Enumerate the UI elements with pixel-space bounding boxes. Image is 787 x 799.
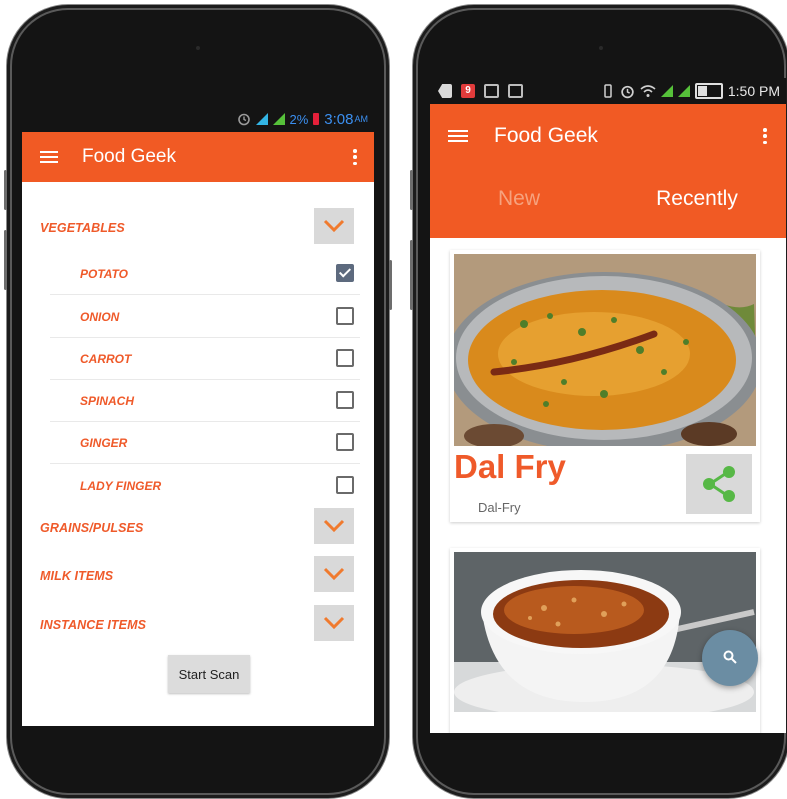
checkbox[interactable] xyxy=(336,264,354,282)
recipe-subtitle: Dal-Fry xyxy=(478,500,521,515)
item-label: ONION xyxy=(80,310,120,324)
item-label: LADY FINGER xyxy=(80,479,162,493)
power-button xyxy=(389,260,392,310)
vibrate-icon xyxy=(604,84,612,98)
search-fab[interactable] xyxy=(702,630,758,686)
share-icon xyxy=(703,466,735,502)
checkbox[interactable] xyxy=(336,433,354,451)
menu-icon[interactable] xyxy=(40,150,58,164)
recipe-title: Dal Fry xyxy=(454,448,566,485)
clock: 1:50 PM xyxy=(727,83,780,99)
start-scan-button[interactable]: Start Scan xyxy=(168,655,250,693)
checkbox[interactable] xyxy=(336,391,354,409)
expand-button[interactable] xyxy=(314,208,354,244)
volume-button xyxy=(4,230,7,290)
menu-icon[interactable] xyxy=(448,129,468,143)
tag-icon xyxy=(438,84,452,98)
chevron-up-icon xyxy=(323,219,345,233)
battery-icon xyxy=(313,113,320,125)
image-icon xyxy=(484,84,499,98)
signal-icon xyxy=(272,113,285,125)
list-item-carrot[interactable]: CARROT xyxy=(50,337,360,380)
clock: 3:08 xyxy=(324,110,354,128)
share-button[interactable] xyxy=(686,454,752,514)
search-icon xyxy=(723,650,737,664)
list-item-lady-finger[interactable]: LADY FINGER xyxy=(50,464,360,506)
screen-left: 2% 3:08 AM Food Geek VEGETABLES POTATO O… xyxy=(22,106,374,726)
alarm-icon xyxy=(237,113,250,126)
chevron-down-icon xyxy=(323,616,345,630)
alarm-icon xyxy=(621,85,634,98)
category-milk-items[interactable]: MILK ITEMS xyxy=(22,556,374,596)
tab-new[interactable]: New xyxy=(430,187,608,211)
phone-right: 9 1:50 PM Food Geek New Recently Dal Fry… xyxy=(410,10,786,793)
app-title: Food Geek xyxy=(82,146,176,167)
message-icon xyxy=(508,84,523,98)
screen-right: 9 1:50 PM Food Geek New Recently Dal Fry… xyxy=(430,78,786,733)
checkbox[interactable] xyxy=(336,476,354,494)
volume-button xyxy=(410,240,413,310)
signal-icon xyxy=(677,85,690,97)
earpiece xyxy=(196,46,200,50)
app-bar: Food Geek New Recently xyxy=(430,104,786,238)
item-label: CARROT xyxy=(80,352,132,366)
battery-icon xyxy=(694,83,723,99)
signal-icon xyxy=(255,113,268,125)
overflow-menu-icon[interactable] xyxy=(762,128,768,144)
item-label: GINGER xyxy=(80,436,128,450)
status-bar: 2% 3:08 AM xyxy=(22,106,374,132)
earpiece xyxy=(599,46,603,50)
category-grains-pulses[interactable]: GRAINS/PULSES xyxy=(22,508,374,548)
tab-bar: New Recently xyxy=(430,168,786,230)
app-bar: Food Geek xyxy=(22,132,374,182)
clock-ampm: AM xyxy=(354,114,369,124)
wifi-icon xyxy=(640,85,656,97)
app-title: Food Geek xyxy=(494,124,598,147)
category-label: MILK ITEMS xyxy=(40,569,114,583)
chevron-down-icon xyxy=(323,567,345,581)
category-label: VEGETABLES xyxy=(40,221,125,235)
soup-image xyxy=(454,552,756,712)
list-item-ginger[interactable]: GINGER xyxy=(50,421,360,464)
expand-button[interactable] xyxy=(314,605,354,641)
category-label: INSTANCE ITEMS xyxy=(40,618,147,632)
battery-percent: 2% xyxy=(289,111,309,127)
volume-button xyxy=(410,170,413,210)
category-instance-items[interactable]: INSTANCE ITEMS xyxy=(22,605,374,645)
checkbox[interactable] xyxy=(336,307,354,325)
list-item-potato[interactable]: POTATO xyxy=(50,252,360,295)
notification-badge-icon: 9 xyxy=(461,84,475,98)
status-bar: 9 1:50 PM xyxy=(430,78,786,104)
recipe-card[interactable]: Dal Fry Dal-Fry xyxy=(450,250,760,522)
item-label: SPINACH xyxy=(80,394,135,408)
checkbox[interactable] xyxy=(336,349,354,367)
chevron-down-icon xyxy=(323,519,345,533)
category-label: GRAINS/PULSES xyxy=(40,521,144,535)
tab-recently[interactable]: Recently xyxy=(608,187,786,211)
dal-fry-image xyxy=(454,254,756,446)
category-vegetables[interactable]: VEGETABLES xyxy=(22,208,374,248)
volume-button xyxy=(4,170,7,210)
expand-button[interactable] xyxy=(314,556,354,592)
overflow-menu-icon[interactable] xyxy=(352,149,358,165)
expand-button[interactable] xyxy=(314,508,354,544)
phone-left: 2% 3:08 AM Food Geek VEGETABLES POTATO O… xyxy=(4,10,392,793)
list-item-spinach[interactable]: SPINACH xyxy=(50,379,360,422)
item-label: POTATO xyxy=(80,267,128,281)
signal-icon xyxy=(660,85,673,97)
list-item-onion[interactable]: ONION xyxy=(50,295,360,338)
